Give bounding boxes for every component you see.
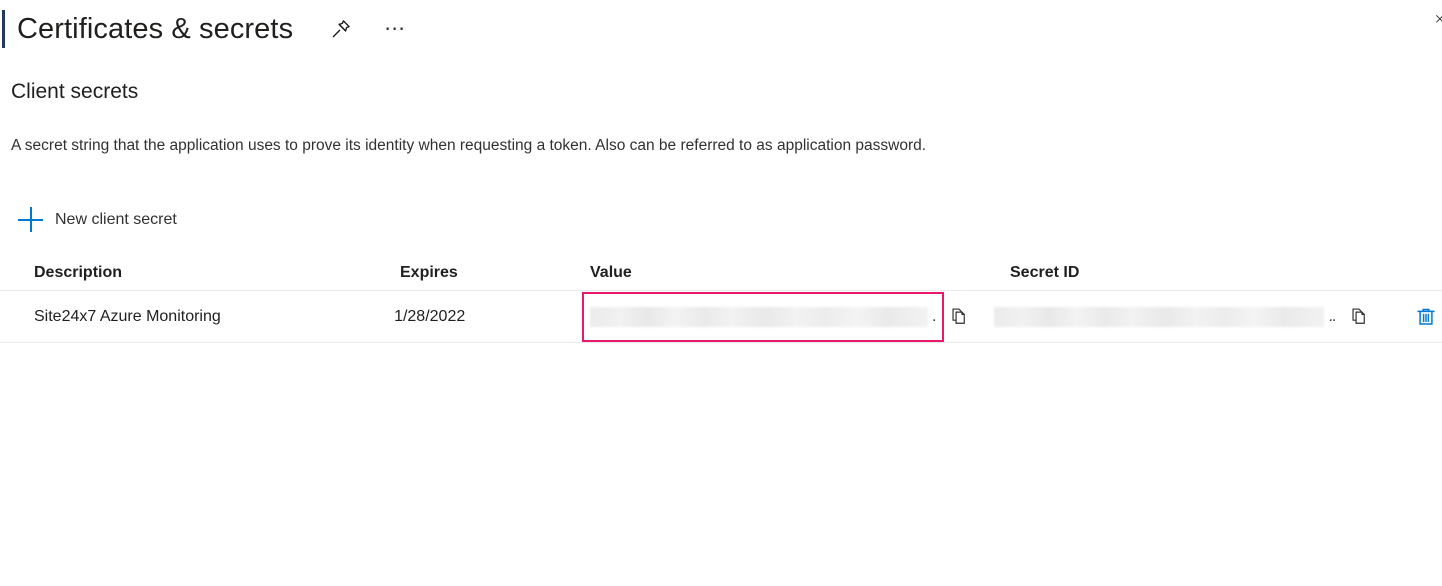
column-header-value: Value xyxy=(590,264,993,282)
ellipsis-glyph: ⋯ xyxy=(384,25,406,33)
delete-secret-icon[interactable] xyxy=(1410,301,1442,333)
secret-id-redacted xyxy=(994,307,1324,327)
copy-secret-id-icon[interactable] xyxy=(1343,301,1375,333)
client-secrets-table: Description Expires Value Secret ID Site… xyxy=(0,253,1442,343)
header-actions: ⋯ xyxy=(326,14,410,44)
ellipsis-icon[interactable]: ⋯ xyxy=(380,14,410,44)
new-client-secret-button[interactable]: New client secret xyxy=(18,203,183,237)
title-accent-bar xyxy=(2,10,5,48)
section-heading: Client secrets xyxy=(11,80,138,104)
certificates-and-secrets-page: Certificates & secrets ⋯ Client secrets … xyxy=(0,0,1442,586)
copy-value-icon[interactable] xyxy=(944,301,976,333)
column-header-secret-id: Secret ID xyxy=(993,264,1408,282)
pin-icon[interactable] xyxy=(326,14,356,44)
column-header-expires: Expires xyxy=(400,264,590,282)
column-header-description: Description xyxy=(0,264,400,282)
plus-icon xyxy=(18,207,44,233)
cell-secret-id-group: .. xyxy=(977,301,1386,333)
cell-description: Site24x7 Azure Monitoring xyxy=(0,308,394,326)
new-client-secret-label: New client secret xyxy=(55,211,177,229)
secret-value-truncation: . xyxy=(932,308,935,326)
page-title: Certificates & secrets xyxy=(17,13,293,46)
table-header-row: Description Expires Value Secret ID xyxy=(0,253,1442,291)
cell-value-group: . xyxy=(581,292,977,342)
secret-id-truncation: .. xyxy=(1328,308,1335,326)
table-row[interactable]: Site24x7 Azure Monitoring 1/28/2022 . xyxy=(0,291,1442,343)
section-description: A secret string that the application use… xyxy=(11,137,926,155)
secret-value-redacted xyxy=(590,307,928,327)
close-icon[interactable] xyxy=(1420,6,1442,34)
page-header: Certificates & secrets ⋯ xyxy=(0,0,1442,58)
cell-expires: 1/28/2022 xyxy=(394,308,581,326)
secret-value-highlight[interactable]: . xyxy=(582,292,944,342)
